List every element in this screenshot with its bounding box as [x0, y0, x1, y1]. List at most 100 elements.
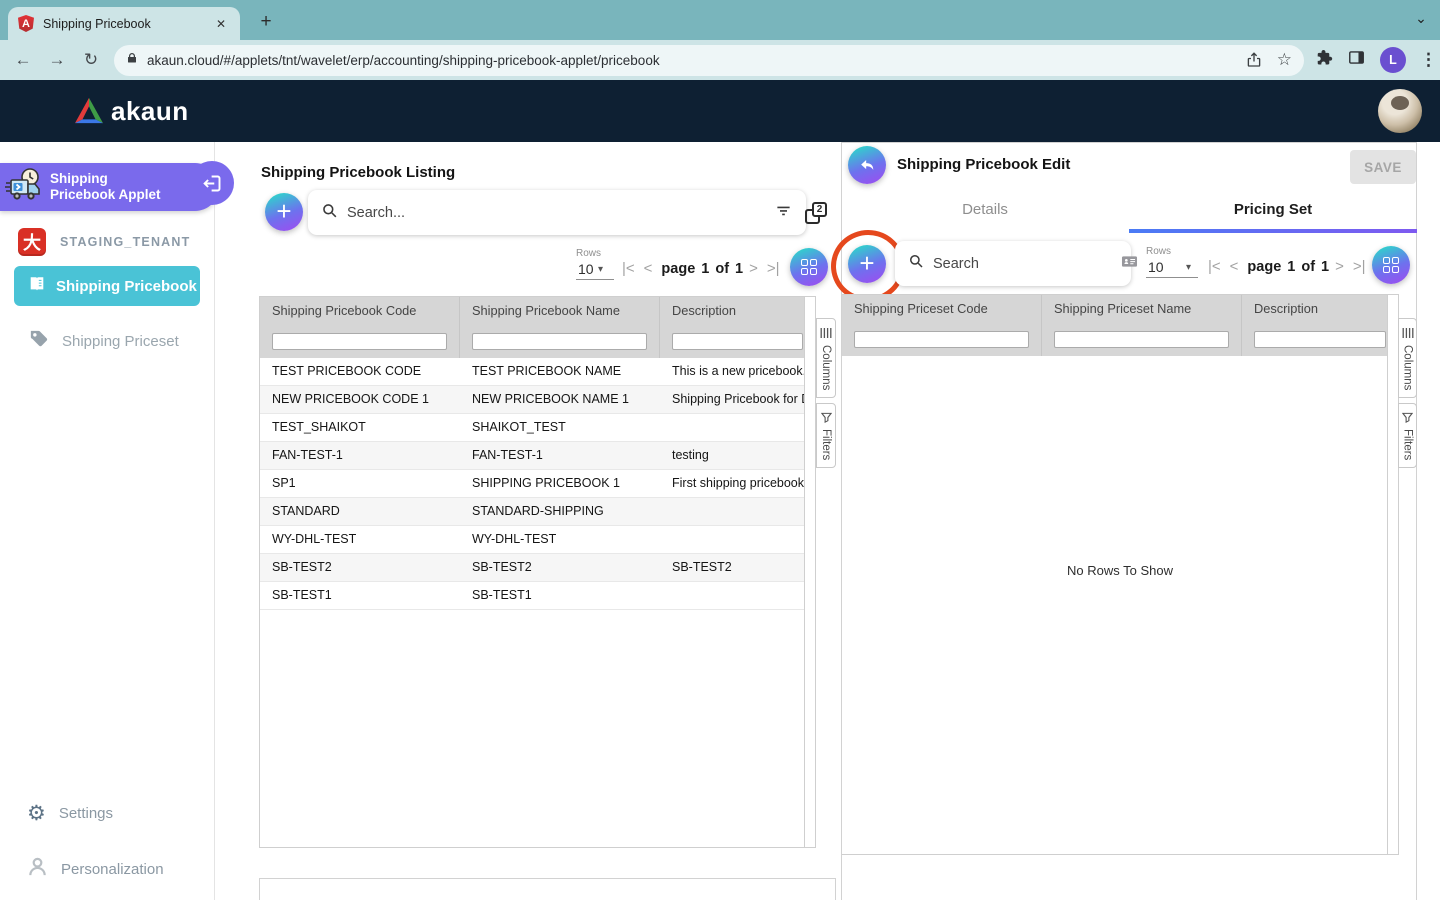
listing-grid-view-button[interactable]: [790, 248, 828, 286]
search-icon: [320, 201, 339, 225]
table-row[interactable]: TEST PRICEBOOK CODETEST PRICEBOOK NAMETh…: [260, 358, 815, 386]
sidebar-item-shipping-pricebook[interactable]: Shipping Pricebook: [14, 266, 200, 306]
back-button[interactable]: [848, 146, 886, 184]
column-header[interactable]: Description: [660, 297, 815, 325]
first-page-icon[interactable]: |<: [622, 260, 635, 277]
table-cell: WY-DHL-TEST: [460, 526, 660, 553]
listing-search-box[interactable]: [308, 190, 806, 235]
priceset-search-box[interactable]: [895, 241, 1131, 286]
table-row[interactable]: TEST_SHAIKOTSHAIKOT_TEST: [260, 414, 815, 442]
filters-side-tab[interactable]: Filters: [1398, 403, 1417, 468]
extensions-puzzle-icon[interactable]: [1314, 48, 1333, 72]
filter-list-icon[interactable]: [773, 200, 794, 226]
exit-applet-button[interactable]: [190, 161, 234, 205]
applet-title: Shipping Pricebook Applet: [50, 171, 168, 203]
browser-profile-avatar[interactable]: L: [1380, 47, 1406, 73]
filters-side-tab[interactable]: Filters: [816, 403, 836, 468]
address-bar[interactable]: akaun.cloud/#/applets/tnt/wavelet/erp/ac…: [114, 45, 1304, 76]
user-avatar[interactable]: [1378, 89, 1422, 133]
listing-pagination: |< < page 1 of 1 > >|: [622, 260, 780, 277]
next-page-icon[interactable]: >: [749, 260, 758, 277]
angular-logo-icon: A: [18, 15, 34, 32]
sidebar-item-tenant[interactable]: 大 STAGING_TENANT: [18, 228, 190, 256]
sidebar-item-personalization[interactable]: Personalization: [27, 856, 164, 882]
sidebar: Shipping Pricebook Applet 大 STAGING_TENA…: [0, 142, 215, 900]
table-row[interactable]: STANDARDSTANDARD-SHIPPING: [260, 498, 815, 526]
priceset-table-header: Shipping Priceset CodeShipping Priceset …: [842, 295, 1398, 323]
table-row[interactable]: NEW PRICEBOOK CODE 1NEW PRICEBOOK NAME 1…: [260, 386, 815, 414]
funnel-icon: [821, 412, 832, 423]
column-filter-input[interactable]: [272, 333, 447, 350]
new-tab-button[interactable]: +: [252, 8, 280, 36]
prev-page-icon[interactable]: <: [644, 260, 653, 277]
column-filter-input[interactable]: [472, 333, 647, 350]
app-navbar: akaun: [0, 80, 1440, 142]
add-priceset-button[interactable]: +: [848, 245, 886, 283]
priceset-search-input[interactable]: [933, 256, 1120, 272]
plus-icon: +: [859, 250, 874, 276]
back-icon[interactable]: ←: [6, 50, 40, 70]
save-button[interactable]: SAVE: [1350, 150, 1416, 184]
table-scrollbar[interactable]: [1387, 295, 1398, 854]
add-pricebook-button[interactable]: +: [265, 193, 303, 231]
column-filter-input[interactable]: [1254, 331, 1386, 348]
table-row[interactable]: SB-TEST2SB-TEST2SB-TEST2: [260, 554, 815, 582]
contact-card-icon[interactable]: [1120, 252, 1139, 276]
empty-table-message: No Rows To Show: [842, 563, 1398, 578]
table-cell: FAN-TEST-1: [460, 442, 660, 469]
column-header[interactable]: Shipping Pricebook Name: [460, 297, 660, 325]
edit-title: Shipping Pricebook Edit: [897, 156, 1070, 173]
bookmark-star-icon[interactable]: ☆: [1277, 50, 1292, 70]
rows-per-page-select[interactable]: 10: [578, 261, 594, 277]
column-header[interactable]: Shipping Priceset Code: [842, 295, 1042, 323]
reload-icon[interactable]: ↻: [74, 50, 108, 70]
browser-menu-icon[interactable]: ⋮: [1420, 50, 1437, 70]
gear-icon: ⚙: [27, 801, 46, 826]
rows-per-page-select[interactable]: 10: [1148, 259, 1164, 275]
column-header[interactable]: Shipping Priceset Name: [1042, 295, 1242, 323]
page-total: 1: [1321, 259, 1329, 275]
active-tab-indicator: [1129, 229, 1417, 233]
last-page-icon[interactable]: >|: [767, 260, 780, 277]
pricebook-table-body: TEST PRICEBOOK CODETEST PRICEBOOK NAMETh…: [260, 358, 815, 610]
browser-tab[interactable]: A Shipping Pricebook ✕: [8, 7, 240, 40]
next-page-icon[interactable]: >: [1335, 258, 1344, 275]
tab-close-icon[interactable]: ✕: [212, 15, 230, 33]
table-scrollbar[interactable]: [804, 297, 815, 847]
column-filter-input[interactable]: [854, 331, 1029, 348]
table-row[interactable]: SB-TEST1SB-TEST1: [260, 582, 815, 610]
shipping-truck-icon: [4, 167, 44, 208]
sidebar-item-settings[interactable]: ⚙ Settings: [27, 801, 113, 826]
table-cell: SB-TEST1: [260, 582, 460, 609]
table-cell: TEST PRICEBOOK NAME: [460, 358, 660, 385]
forward-icon[interactable]: →: [40, 50, 74, 70]
table-cell: Shipping Pricebook for D: [660, 386, 815, 413]
duplicate-view-icon[interactable]: 2: [805, 202, 827, 224]
table-row[interactable]: SP1SHIPPING PRICEBOOK 1First shipping pr…: [260, 470, 815, 498]
column-filter-input[interactable]: [672, 333, 803, 350]
sidebar-item-shipping-priceset[interactable]: Shipping Priceset: [28, 328, 179, 354]
prev-page-icon[interactable]: <: [1230, 258, 1239, 275]
caret-down-icon: ▾: [598, 264, 603, 275]
table-row[interactable]: FAN-TEST-1FAN-TEST-1testing: [260, 442, 815, 470]
last-page-icon[interactable]: >|: [1353, 258, 1366, 275]
first-page-icon[interactable]: |<: [1208, 258, 1221, 275]
share-icon[interactable]: [1245, 51, 1263, 69]
tab-details[interactable]: Details: [841, 201, 1129, 218]
table-cell: NEW PRICEBOOK CODE 1: [260, 386, 460, 413]
table-row[interactable]: WY-DHL-TESTWY-DHL-TEST: [260, 526, 815, 554]
column-header[interactable]: Shipping Pricebook Code: [260, 297, 460, 325]
tab-search-chevron-icon[interactable]: ⌄: [1410, 10, 1432, 27]
columns-side-tab[interactable]: Columns: [816, 318, 836, 398]
listing-search-input[interactable]: [347, 205, 773, 221]
table-cell: NEW PRICEBOOK NAME 1: [460, 386, 660, 413]
browser-tab-strip: A Shipping Pricebook ✕ + ⌄: [0, 0, 1440, 40]
columns-side-tab[interactable]: Columns: [1398, 318, 1417, 398]
column-filter-input[interactable]: [1054, 331, 1229, 348]
applet-banner[interactable]: Shipping Pricebook Applet: [0, 163, 219, 211]
side-panel-icon[interactable]: [1347, 48, 1366, 72]
column-header[interactable]: Description: [1242, 295, 1398, 323]
akaun-logo[interactable]: akaun: [74, 96, 189, 127]
edit-grid-view-button[interactable]: [1372, 246, 1410, 284]
tab-pricing-set[interactable]: Pricing Set: [1129, 201, 1417, 218]
